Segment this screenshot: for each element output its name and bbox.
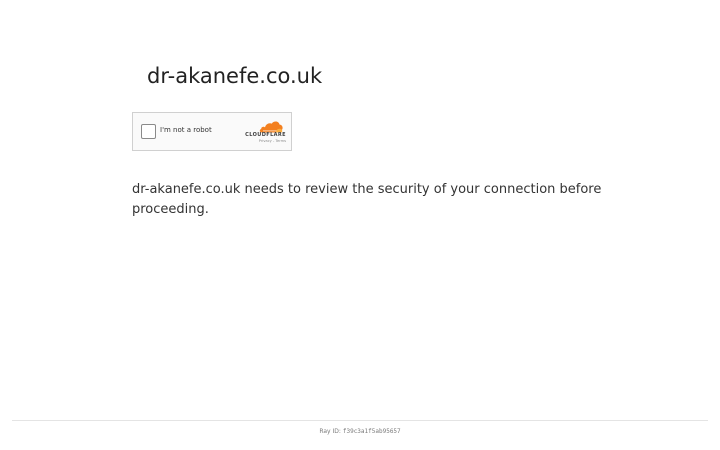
captcha-checkbox-label[interactable]: I'm not a robot (160, 126, 212, 134)
page-title: dr-akanefe.co.uk (147, 64, 323, 88)
cloudflare-logo: CLOUDFLARE Privacy - Terms (238, 120, 286, 144)
captcha-provider-links: Privacy - Terms (238, 139, 286, 143)
terms-link[interactable]: Terms (275, 139, 286, 143)
privacy-link[interactable]: Privacy (259, 139, 272, 143)
ray-id-value: f39c3a1f5ab95657 (342, 428, 401, 435)
security-review-message: dr-akanefe.co.uk needs to review the sec… (132, 182, 602, 217)
cloudflare-wordmark: CLOUDFLARE (245, 132, 286, 138)
captcha-widget: I'm not a robot CLOUDFLARE Privacy - Ter… (132, 112, 292, 151)
ray-id-footer: Ray ID: f39c3a1f5ab95657 (0, 428, 720, 435)
ray-id-label: Ray ID: (319, 428, 341, 435)
captcha-checkbox[interactable] (141, 124, 156, 139)
challenge-page: dr-akanefe.co.uk I'm not a robot CLOUDFL… (0, 0, 720, 450)
footer-divider (12, 420, 708, 421)
